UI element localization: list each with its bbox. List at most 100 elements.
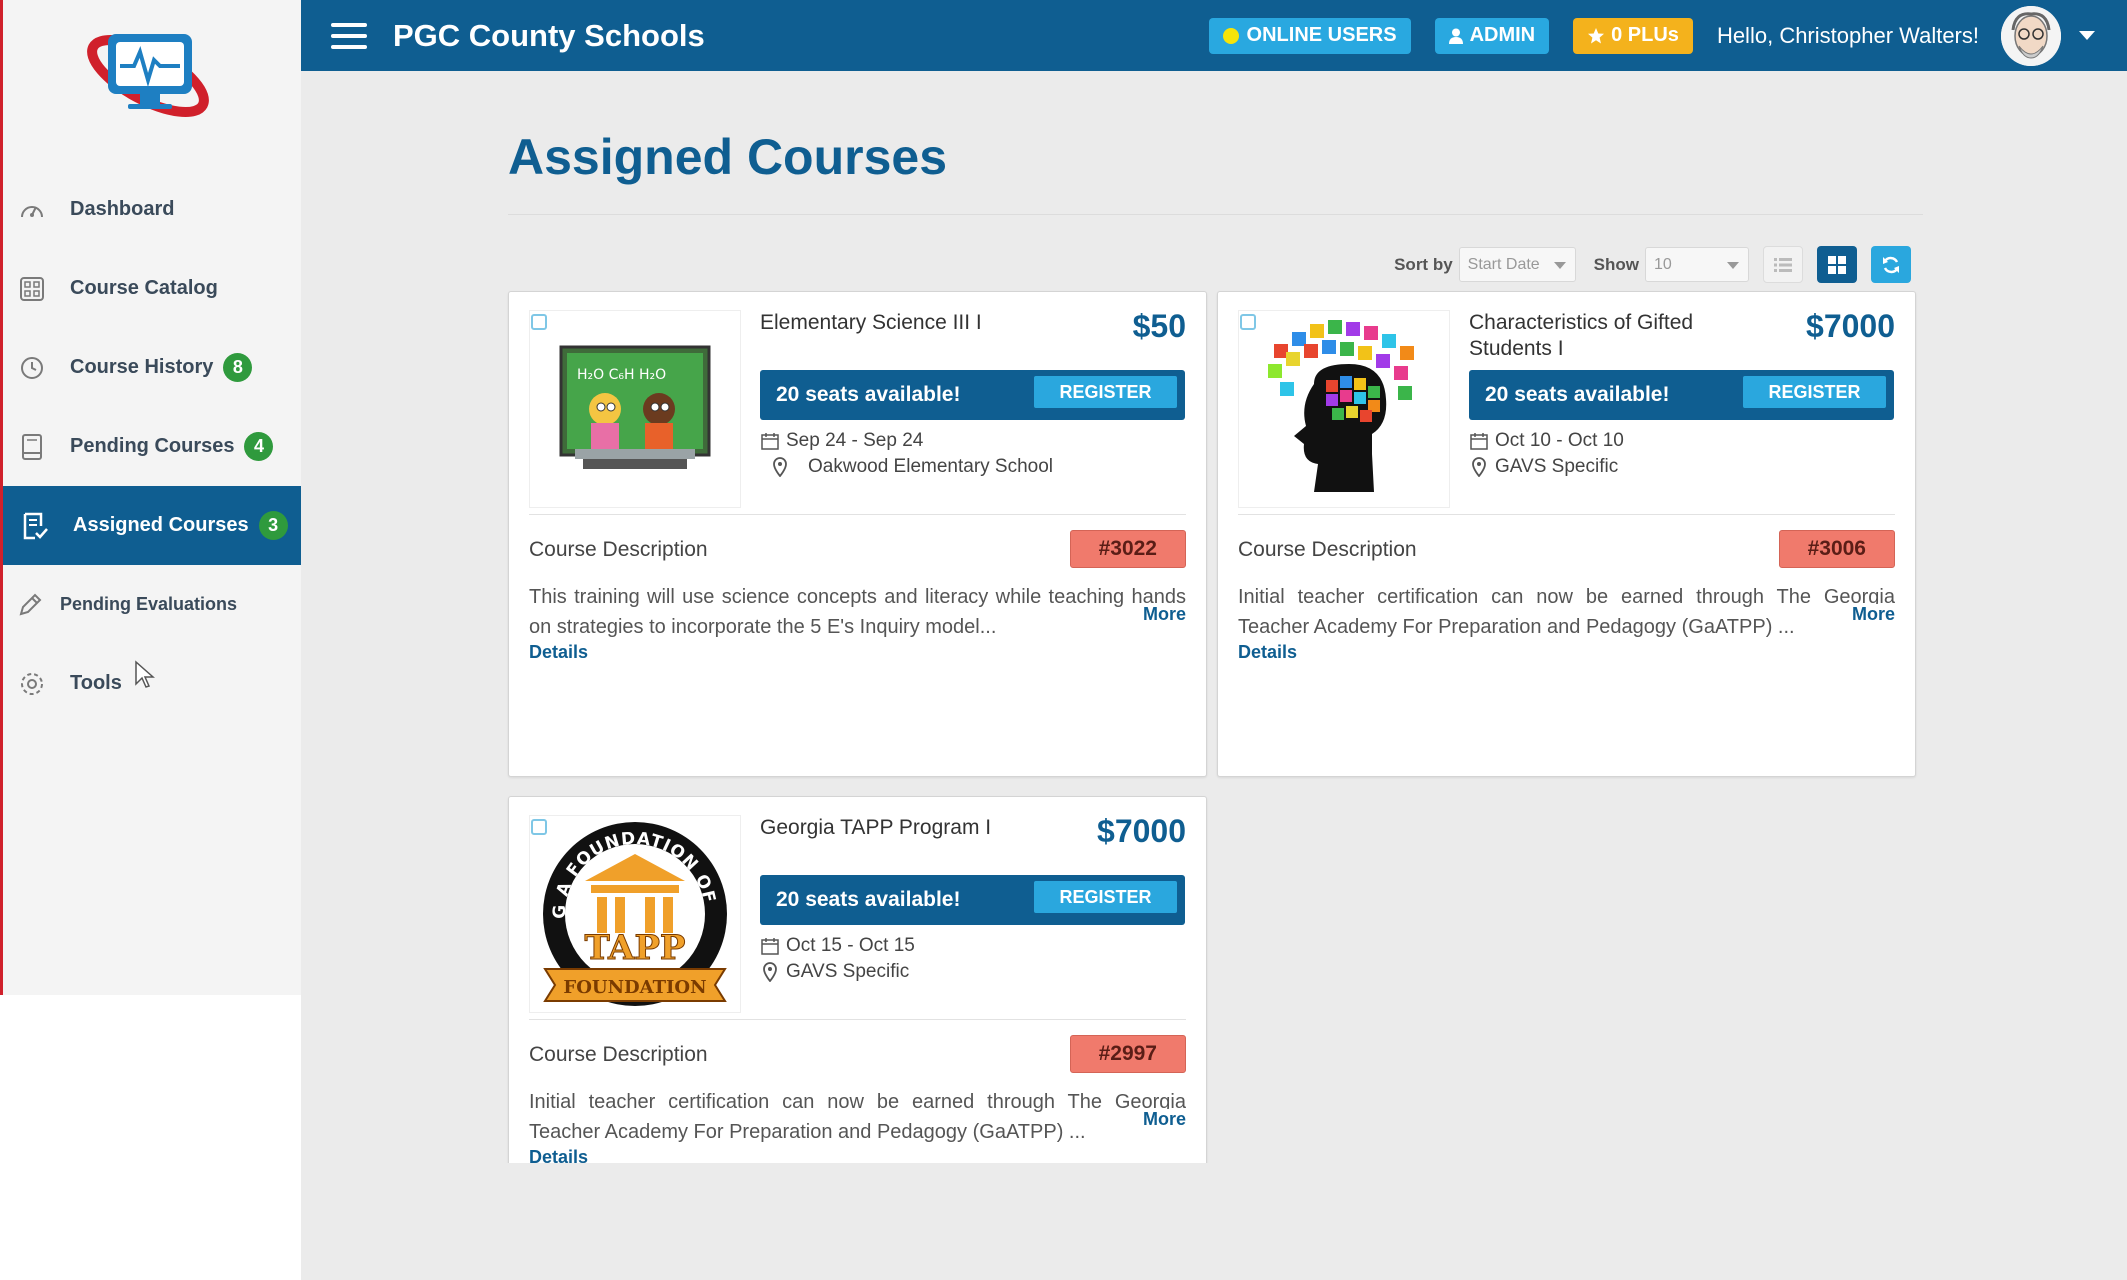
- map-pin-icon: [1469, 457, 1489, 477]
- date-range: Oct 15 - Oct 15: [786, 935, 915, 956]
- select-checkbox[interactable]: [531, 314, 547, 330]
- svg-text:H₂O C₆H H₂O: H₂O C₆H H₂O: [577, 367, 666, 383]
- register-button[interactable]: REGISTER: [1034, 881, 1177, 913]
- register-button[interactable]: REGISTER: [1743, 376, 1886, 408]
- sidebar-item-label: Course Catalog: [70, 277, 218, 299]
- course-id-badge: #2997: [1069, 1035, 1186, 1073]
- more-link[interactable]: More: [1132, 604, 1186, 625]
- course-location: GAVS Specific: [760, 961, 909, 983]
- course-thumbnail[interactable]: H₂O C₆H H₂O: [529, 310, 741, 508]
- count-badge: 8: [223, 353, 253, 382]
- count-badge: 3: [258, 511, 288, 540]
- clock-history-icon: [18, 354, 46, 382]
- grid-view-icon: [1828, 255, 1846, 274]
- course-title[interactable]: Georgia TAPP Program I: [760, 815, 1090, 841]
- chevron-down-icon: [1553, 262, 1566, 269]
- course-price: $50: [1132, 308, 1186, 344]
- avatar[interactable]: [2001, 5, 2061, 66]
- greeting-prefix: Hello,: [1716, 22, 1774, 48]
- course-description-label: Course Description: [529, 538, 708, 561]
- plu-button[interactable]: 0 PLUs: [1573, 17, 1693, 54]
- speedometer-icon: [18, 196, 46, 224]
- sidebar-item-dashboard[interactable]: Dashboard: [0, 170, 301, 249]
- date-range: Sep 24 - Sep 24: [786, 430, 924, 451]
- app-title: PGC County Schools: [393, 17, 705, 53]
- assigned-list-icon: [21, 512, 49, 540]
- course-description: Initial teacher certification can now be…: [529, 1091, 1186, 1143]
- select-checkbox[interactable]: [531, 819, 547, 835]
- details-link[interactable]: Details: [1238, 642, 1297, 663]
- title-divider: [508, 214, 1923, 215]
- sort-label: Sort by: [1394, 254, 1453, 274]
- list-view-button[interactable]: [1763, 246, 1803, 283]
- page-title: Assigned Courses: [508, 129, 948, 185]
- list-view-icon: [1774, 257, 1792, 272]
- course-description: Initial teacher certification can now be…: [1238, 586, 1895, 638]
- course-description: This training will use science concepts …: [529, 586, 1186, 638]
- sidebar-item-course-catalog[interactable]: Course Catalog: [0, 249, 301, 328]
- location-name: GAVS Specific: [1495, 456, 1619, 477]
- card-divider: [529, 514, 1186, 515]
- select-checkbox[interactable]: [1240, 314, 1256, 330]
- list-toolbar: Sort by Start Date Show 10: [1394, 246, 1911, 283]
- course-price: $7000: [1097, 813, 1186, 849]
- admin-label: ADMIN: [1469, 24, 1536, 46]
- course-title[interactable]: Elementary Science III I: [760, 310, 1090, 336]
- seats-available: 20 seats available!: [776, 383, 961, 406]
- location-name: GAVS Specific: [786, 961, 910, 982]
- science-classroom-image: H₂O C₆H H₂O: [559, 345, 711, 469]
- calendar-icon: [760, 936, 780, 956]
- pencil-icon: [16, 591, 44, 619]
- more-link[interactable]: More: [1841, 604, 1895, 625]
- course-price: $7000: [1806, 308, 1895, 344]
- card-divider: [1238, 514, 1895, 515]
- card-divider: [529, 1019, 1186, 1020]
- grid-view-button[interactable]: [1817, 246, 1857, 283]
- sidebar-item-pending-evaluations[interactable]: Pending Evaluations: [0, 565, 301, 644]
- logo-banner-text: FOUNDATION: [563, 977, 706, 998]
- refresh-button[interactable]: [1871, 246, 1911, 283]
- seats-available: 20 seats available!: [776, 888, 961, 911]
- map-pin-icon: [770, 457, 790, 477]
- course-title[interactable]: Characteristics of Gifted Students I: [1469, 310, 1749, 362]
- course-id-badge: #3006: [1778, 530, 1895, 568]
- date-range: Oct 10 - Oct 10: [1495, 430, 1624, 451]
- show-value: 10: [1654, 255, 1672, 273]
- show-label: Show: [1593, 254, 1639, 274]
- course-dates: Oct 10 - Oct 10: [1469, 430, 1624, 452]
- sidebar-item-course-history[interactable]: Course History 8: [0, 328, 301, 407]
- course-thumbnail[interactable]: BUILDING A FOUNDATION OF SUCCESS TAPP FO…: [529, 815, 741, 1013]
- sidebar-item-pending-courses[interactable]: Pending Courses 4: [0, 407, 301, 486]
- sidebar-footer-area: [0, 995, 301, 1280]
- sort-select[interactable]: Start Date: [1458, 247, 1576, 282]
- online-users-label: ONLINE USERS: [1246, 24, 1397, 46]
- puzzle-head-image: [1268, 320, 1414, 492]
- register-button[interactable]: REGISTER: [1034, 376, 1177, 408]
- mouse-cursor-icon: [134, 660, 156, 690]
- count-badge: 4: [244, 432, 274, 461]
- course-thumbnail[interactable]: [1238, 310, 1450, 508]
- sidebar-item-label: Pending Evaluations: [60, 594, 238, 614]
- details-link[interactable]: Details: [529, 642, 588, 663]
- admin-button[interactable]: ADMIN: [1434, 17, 1550, 54]
- plu-label: 0 PLUs: [1611, 24, 1679, 46]
- app-logo[interactable]: [78, 24, 224, 124]
- show-select[interactable]: 10: [1645, 247, 1749, 282]
- book-icon: [18, 433, 46, 461]
- sidebar-nav: Dashboard Course Catalog Course History …: [0, 170, 301, 723]
- seats-bar: 20 seats available! REGISTER: [760, 875, 1185, 925]
- online-users-button[interactable]: ONLINE USERS: [1208, 17, 1411, 54]
- top-navbar: PGC County Schools ONLINE USERS ADMIN 0 …: [301, 0, 2127, 71]
- chevron-down-icon[interactable]: [2079, 31, 2095, 40]
- calendar-icon: [760, 431, 780, 451]
- sidebar-item-assigned-courses[interactable]: Assigned Courses 3: [3, 486, 301, 565]
- more-link[interactable]: More: [1132, 1109, 1186, 1130]
- user-greeting: Hello, Christopher Walters!: [1717, 23, 1979, 49]
- user-name: Christopher Walters!: [1779, 22, 1979, 48]
- menu-toggle-icon[interactable]: [331, 22, 367, 49]
- status-dot-icon: [1222, 27, 1239, 44]
- map-pin-icon: [760, 962, 780, 982]
- viewport-bottom: [301, 1163, 2127, 1280]
- course-dates: Sep 24 - Sep 24: [760, 430, 923, 452]
- sidebar-item-label: Tools: [70, 672, 122, 694]
